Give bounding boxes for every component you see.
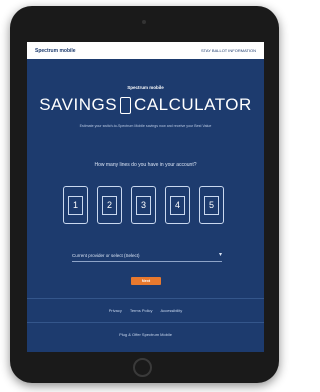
brand-logo[interactable]: Spectrum mobile [35,48,76,54]
hero-brand-logo: Spectrum mobile [127,85,164,90]
page-stage: Spectrum mobile STAY BALLOT INFORMATION … [0,0,288,392]
footer-legal[interactable]: Plug & Offer Spectrum Mobile [27,332,264,337]
footer-link-terms[interactable]: Terms Policy [130,308,153,313]
chevron-down-icon: ▾ [218,252,222,258]
title-word-savings: SAVINGS [39,95,118,114]
line-option-3[interactable]: 3 [131,186,156,224]
camera-icon [142,20,146,24]
line-option-label: 1 [72,200,78,210]
line-count-options: 1 2 3 4 5 [63,186,224,224]
page-title: SAVINGS CALCULATOR [27,95,264,115]
line-option-5[interactable]: 5 [199,186,224,224]
line-option-2[interactable]: 2 [97,186,122,224]
header-link[interactable]: STAY BALLOT INFORMATION [201,48,256,53]
line-option-label: 3 [140,200,146,210]
home-button[interactable] [133,358,152,377]
lines-question: How many lines do you have in your accou… [94,162,197,168]
footer-divider-top [27,298,264,299]
line-option-label: 2 [106,200,112,210]
line-option-label: 4 [174,200,180,210]
tablet-screen: Spectrum mobile STAY BALLOT INFORMATION … [27,42,264,352]
line-option-label: 5 [208,200,214,210]
title-word-calculator: CALCULATOR [134,95,252,114]
footer-links: Privacy Terms Policy Accessibility [27,308,264,313]
intro-text: Estimate your switch-to-Spectrum Mobile … [79,124,212,128]
tablet-device: Spectrum mobile STAY BALLOT INFORMATION … [10,6,279,383]
line-option-1[interactable]: 1 [63,186,88,224]
phone-icon [120,96,132,114]
provider-select-label: Current provider or select (Select) [72,252,140,258]
footer-link-accessibility[interactable]: Accessibility [161,308,183,313]
footer-divider-bottom [27,322,264,323]
next-button[interactable]: Next [131,277,161,285]
site-header: Spectrum mobile STAY BALLOT INFORMATION [27,42,264,59]
provider-select[interactable]: Current provider or select (Select) ▾ [72,249,222,262]
footer-link-privacy[interactable]: Privacy [109,308,122,313]
line-option-4[interactable]: 4 [165,186,190,224]
